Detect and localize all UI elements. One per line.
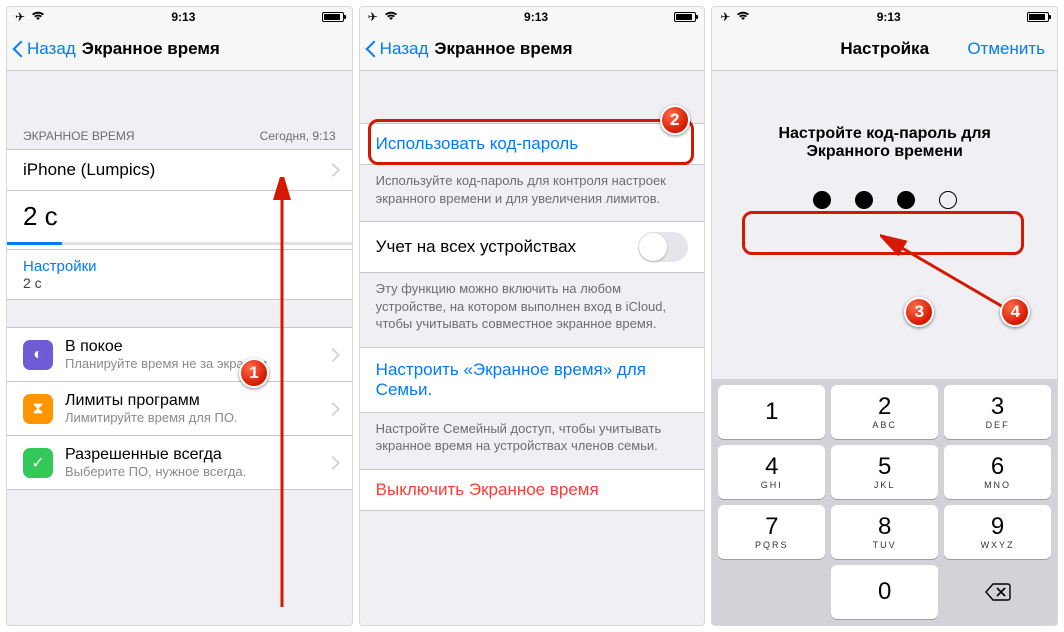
usage-graph-cell[interactable]: 2 с bbox=[7, 190, 352, 250]
passcode-prompt: Настройте код-пароль для Экранного време… bbox=[712, 71, 1057, 171]
usage-settings-row[interactable]: Настройки 2 с bbox=[7, 249, 352, 300]
number-keypad: 1 2ABC 3DEF 4GHI 5JKL 6MNO 7PQRS 8TUV 9W… bbox=[712, 379, 1057, 625]
key-blank bbox=[718, 565, 825, 619]
downtime-label: В покое bbox=[65, 338, 267, 356]
always-allowed-hint: Выберите ПО, нужное всегда. bbox=[65, 464, 246, 479]
share-switch[interactable] bbox=[638, 232, 688, 262]
settings-value: 2 с bbox=[23, 275, 97, 291]
callout-2: 2 bbox=[660, 105, 690, 135]
always-allowed-cell[interactable]: ✓ Разрешенные всегда Выберите ПО, нужное… bbox=[7, 435, 352, 490]
key-6[interactable]: 6MNO bbox=[944, 445, 1051, 499]
use-passcode-label: Использовать код-пароль bbox=[376, 134, 578, 154]
device-cell[interactable]: iPhone (Lumpics) bbox=[7, 149, 352, 191]
hourglass-icon: ⧗ bbox=[23, 394, 53, 424]
panel-passcode-setup: ✈ 9:13 Настройка Отменить Настройте код-… bbox=[711, 6, 1058, 626]
callout-1: 1 bbox=[239, 358, 269, 388]
usage-duration: 2 с bbox=[23, 201, 336, 232]
chevron-right-icon bbox=[328, 456, 336, 470]
chevron-right-icon bbox=[328, 348, 336, 362]
share-note: Эту функцию можно включить на любом устр… bbox=[360, 272, 705, 347]
passcode-dot bbox=[813, 191, 831, 209]
status-bar: ✈ 9:13 bbox=[7, 7, 352, 27]
backspace-icon bbox=[985, 582, 1011, 602]
passcode-dots bbox=[734, 183, 1035, 217]
wifi-icon bbox=[31, 10, 45, 24]
group-header-screentime: ЭКРАННОЕ ВРЕМЯ Сегодня, 9:13 bbox=[7, 71, 352, 149]
group-label: ЭКРАННОЕ ВРЕМЯ bbox=[23, 129, 135, 143]
nav-title: Экранное время bbox=[82, 39, 220, 59]
battery-icon bbox=[1027, 12, 1049, 22]
passcode-dot bbox=[897, 191, 915, 209]
back-label: Назад bbox=[27, 39, 76, 59]
key-3[interactable]: 3DEF bbox=[944, 385, 1051, 439]
turn-off-label: Выключить Экранное время bbox=[376, 480, 599, 500]
passcode-dot bbox=[939, 191, 957, 209]
battery-icon bbox=[322, 12, 344, 22]
app-limits-hint: Лимитируйте время для ПО. bbox=[65, 410, 238, 425]
status-time: 9:13 bbox=[877, 10, 901, 24]
airplane-icon: ✈ bbox=[720, 10, 730, 24]
family-setup-cell[interactable]: Настроить «Экранное время» для Семьи. bbox=[360, 347, 705, 413]
panel-screentime-main: ✈ 9:13 Назад Экранное время ЭКРАННОЕ ВРЕ… bbox=[6, 6, 353, 626]
settings-label: Настройки bbox=[23, 258, 97, 275]
status-time: 9:13 bbox=[524, 10, 548, 24]
passcode-dot bbox=[855, 191, 873, 209]
key-backspace[interactable] bbox=[944, 565, 1051, 619]
key-8[interactable]: 8TUV bbox=[831, 505, 938, 559]
navbar: Назад Экранное время bbox=[7, 27, 352, 71]
chevron-right-icon bbox=[328, 402, 336, 416]
use-passcode-cell[interactable]: Использовать код-пароль bbox=[360, 123, 705, 165]
key-0[interactable]: 0 bbox=[831, 565, 938, 619]
wifi-icon bbox=[736, 10, 750, 24]
airplane-icon: ✈ bbox=[368, 10, 378, 24]
back-button[interactable]: Назад bbox=[366, 39, 429, 59]
use-passcode-note: Используйте код-пароль для контроля наст… bbox=[360, 164, 705, 221]
status-bar: ✈ 9:13 bbox=[360, 7, 705, 27]
group-time: Сегодня, 9:13 bbox=[260, 129, 336, 143]
always-allowed-label: Разрешенные всегда bbox=[65, 446, 246, 464]
app-limits-cell[interactable]: ⧗ Лимиты программ Лимитируйте время для … bbox=[7, 381, 352, 436]
navbar: Настройка Отменить bbox=[712, 27, 1057, 71]
key-2[interactable]: 2ABC bbox=[831, 385, 938, 439]
nav-title: Экранное время bbox=[434, 39, 572, 59]
key-7[interactable]: 7PQRS bbox=[718, 505, 825, 559]
status-time: 9:13 bbox=[171, 10, 195, 24]
turn-off-screentime-cell[interactable]: Выключить Экранное время bbox=[360, 469, 705, 511]
family-link-label: Настроить «Экранное время» для Семьи. bbox=[376, 360, 689, 400]
wifi-icon bbox=[384, 10, 398, 24]
back-button[interactable]: Назад bbox=[13, 39, 76, 59]
share-across-devices-cell[interactable]: Учет на всех устройствах bbox=[360, 221, 705, 273]
chevron-right-icon bbox=[328, 163, 336, 177]
downtime-hint: Планируйте время не за экраном bbox=[65, 356, 267, 371]
navbar: Назад Экранное время bbox=[360, 27, 705, 71]
key-9[interactable]: 9WXYZ bbox=[944, 505, 1051, 559]
cancel-button[interactable]: Отменить bbox=[967, 39, 1051, 59]
app-limits-label: Лимиты программ bbox=[65, 392, 238, 410]
chevron-left-icon bbox=[366, 39, 378, 59]
panel-screentime-settings: ✈ 9:13 Назад Экранное время Использовать… bbox=[359, 6, 706, 626]
key-5[interactable]: 5JKL bbox=[831, 445, 938, 499]
airplane-icon: ✈ bbox=[15, 10, 25, 24]
status-bar: ✈ 9:13 bbox=[712, 7, 1057, 27]
device-name: iPhone (Lumpics) bbox=[23, 160, 155, 180]
downtime-icon: ◐ bbox=[23, 340, 53, 370]
battery-icon bbox=[674, 12, 696, 22]
check-icon: ✓ bbox=[23, 448, 53, 478]
share-label: Учет на всех устройствах bbox=[376, 237, 576, 257]
back-label: Назад bbox=[380, 39, 429, 59]
key-4[interactable]: 4GHI bbox=[718, 445, 825, 499]
chevron-left-icon bbox=[13, 39, 25, 59]
family-note: Настройте Семейный доступ, чтобы учитыва… bbox=[360, 412, 705, 469]
usage-bar bbox=[7, 242, 352, 245]
downtime-cell[interactable]: ◐ В покое Планируйте время не за экраном bbox=[7, 327, 352, 382]
key-1[interactable]: 1 bbox=[718, 385, 825, 439]
